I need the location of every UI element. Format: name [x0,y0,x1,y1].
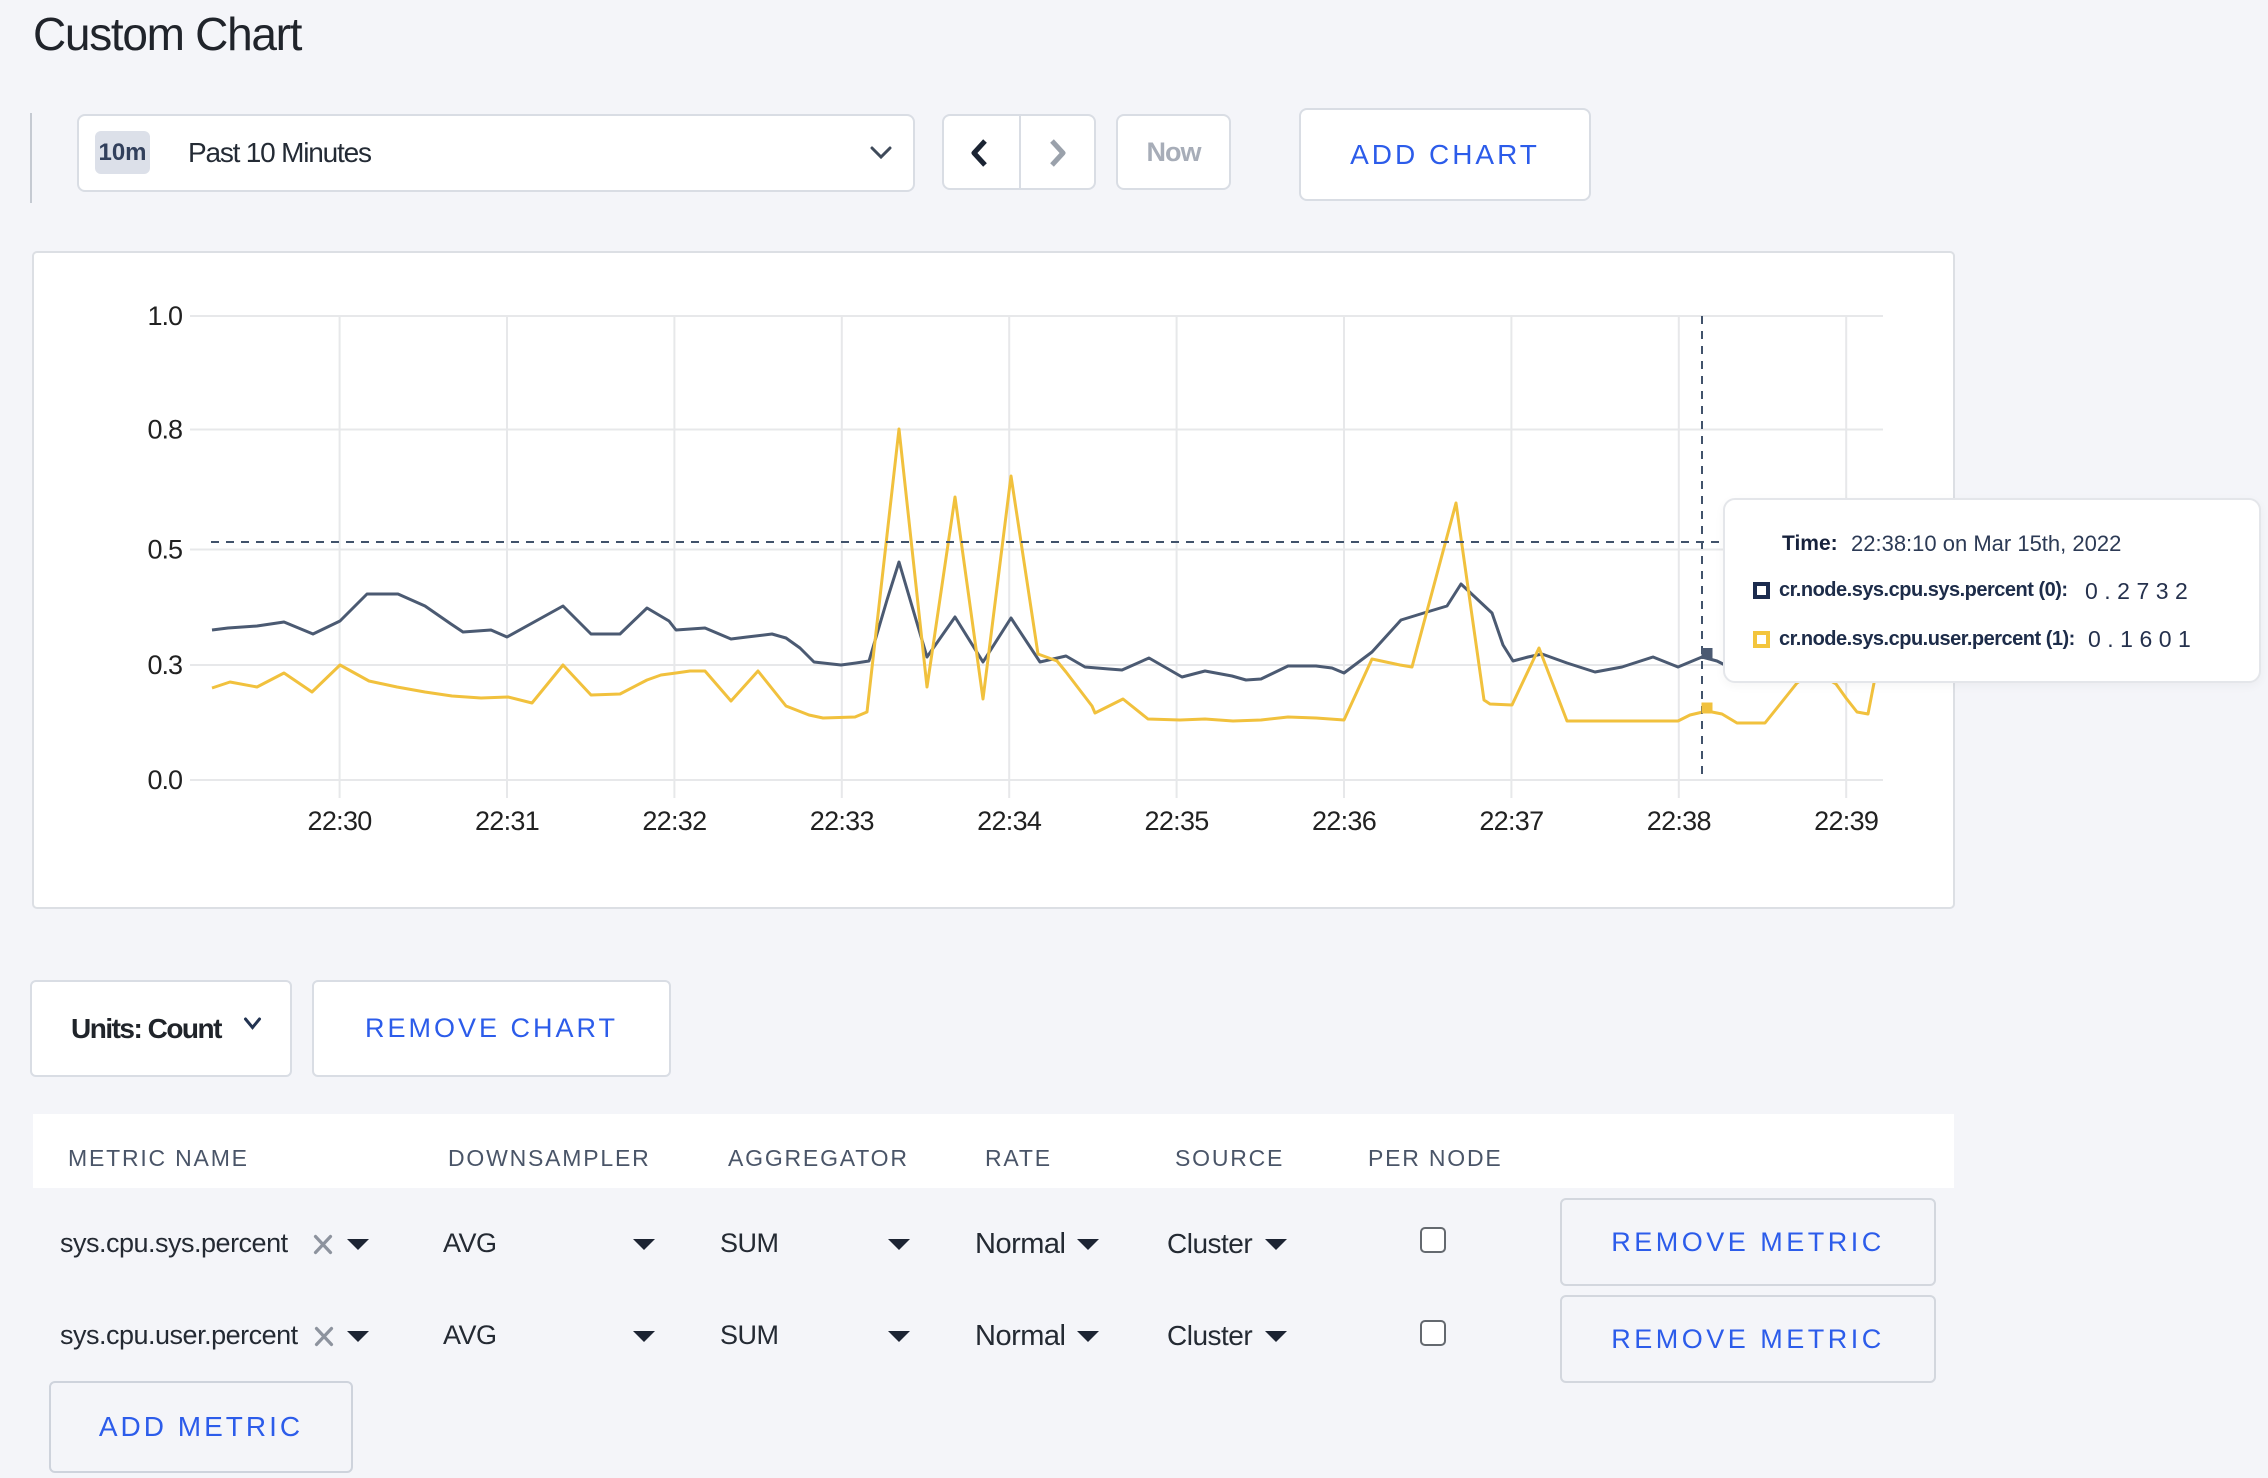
svg-text:22:37: 22:37 [1479,806,1543,836]
svg-text:22:36: 22:36 [1312,806,1376,836]
svg-text:0.3: 0.3 [147,650,182,680]
svg-text:22:38: 22:38 [1647,806,1711,836]
svg-text:22:39: 22:39 [1814,806,1878,836]
svg-text:22:31: 22:31 [475,806,539,836]
svg-text:22:30: 22:30 [308,806,372,836]
svg-text:22:32: 22:32 [642,806,706,836]
svg-text:22:35: 22:35 [1145,806,1209,836]
svg-text:0.8: 0.8 [147,415,182,445]
svg-text:1.0: 1.0 [147,301,182,331]
svg-text:22:34: 22:34 [977,806,1042,836]
svg-text:22:33: 22:33 [810,806,874,836]
svg-text:0.0: 0.0 [147,765,182,795]
svg-text:0.5: 0.5 [147,535,182,565]
